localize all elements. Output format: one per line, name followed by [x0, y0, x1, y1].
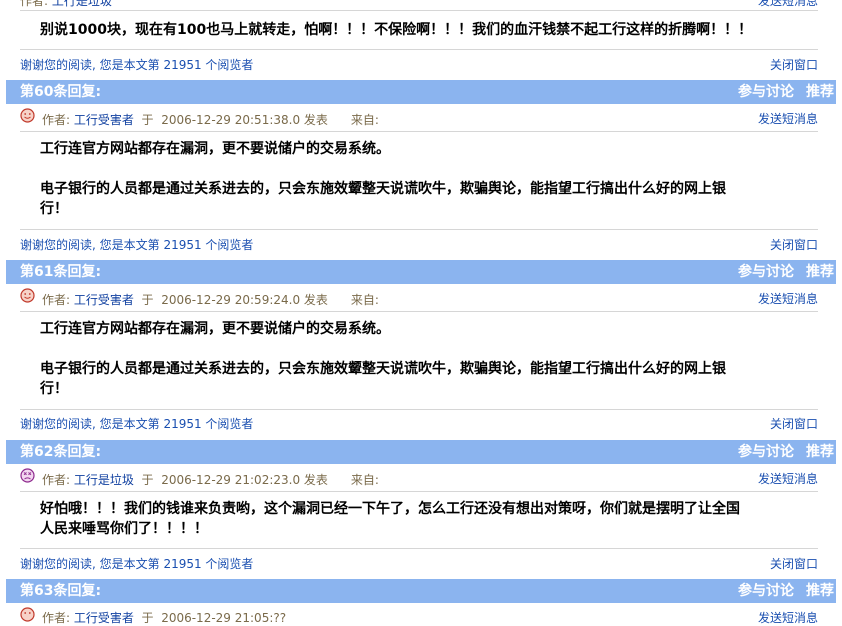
divider: [20, 491, 818, 492]
send-message-link[interactable]: 发送短消息: [758, 0, 818, 9]
smile-icon: [20, 607, 35, 622]
divider: [20, 131, 818, 132]
author-name[interactable]: 工行是垃圾: [52, 0, 112, 8]
reply-header-62: [6, 440, 836, 464]
at-label: 于: [141, 113, 154, 127]
divider: [20, 409, 818, 410]
close-window-link[interactable]: 关闭窗口: [770, 56, 818, 73]
smile-icon: [20, 288, 35, 303]
author-label: 作者:: [42, 293, 71, 307]
author-name[interactable]: 工行受害者: [74, 293, 134, 307]
from-label: 来自:: [350, 293, 379, 307]
send-message-link[interactable]: 发送短消息: [758, 609, 818, 626]
post-body: 工行连官方网站都存在漏洞，更不要说储户的交易系统。 电子银行的人员都是通过关系进…: [40, 141, 726, 217]
from-label: 来自:: [350, 473, 379, 487]
divider: [20, 49, 818, 50]
posted-label: 发表: [303, 113, 328, 127]
at-label: 于: [141, 473, 154, 487]
discuss-link[interactable]: 参与讨论: [738, 579, 794, 603]
post-timestamp: 2006-12-29 21:05:??: [161, 611, 287, 625]
post-59-meta: 作者: 工行是垃圾: [20, 0, 112, 9]
post-body: 工行连官方网站都存在漏洞，更不要说储户的交易系统。 电子银行的人员都是通过关系进…: [40, 321, 726, 397]
reader-count-text: 谢谢您的阅读, 您是本文第 21951 个阅览者: [20, 417, 254, 431]
author-name[interactable]: 工行受害者: [74, 113, 134, 127]
post-meta: 作者: 工行受害者 于 2006-12-29 20:51:38.0 发表 来自:: [42, 111, 379, 128]
recommend-link[interactable]: 推荐: [806, 80, 834, 104]
divider: [20, 10, 818, 11]
close-window-link[interactable]: 关闭窗口: [770, 236, 818, 253]
reader-count-text: 谢谢您的阅读, 您是本文第 21951 个阅览者: [20, 58, 254, 72]
author-label: 作者:: [42, 611, 71, 625]
post-timestamp: 2006-12-29 20:59:24.0: [161, 293, 301, 307]
recommend-link[interactable]: 推荐: [806, 440, 834, 464]
reply-number: 第60条回复:: [20, 84, 102, 100]
send-message-link[interactable]: 发送短消息: [758, 470, 818, 487]
at-label: 于: [141, 611, 154, 625]
reader-count-text: 谢谢您的阅读, 您是本文第 21951 个阅览者: [20, 557, 254, 571]
author-label: 作者:: [20, 0, 49, 8]
author-name[interactable]: 工行受害者: [74, 611, 134, 625]
recommend-link[interactable]: 推荐: [806, 260, 834, 284]
post-body: 好怕哦！！！我们的钱谁来负责哟，这个漏洞已经一下午了，怎么工行还没有想出对策呀，…: [40, 501, 740, 537]
recommend-link[interactable]: 推荐: [806, 579, 834, 603]
author-name[interactable]: 工行是垃圾: [74, 473, 134, 487]
post-meta: 作者: 工行是垃圾 于 2006-12-29 21:02:23.0 发表 来自:: [42, 471, 379, 488]
close-window-link[interactable]: 关闭窗口: [770, 415, 818, 432]
discuss-link[interactable]: 参与讨论: [738, 80, 794, 104]
post-body: 别说1000块，现在有100也马上就转走，怕啊！！！不保险啊！！！我们的血汗钱禁…: [40, 22, 753, 38]
reply-header-60: [6, 80, 836, 104]
divider: [20, 548, 818, 549]
at-label: 于: [141, 293, 154, 307]
post-timestamp: 2006-12-29 21:02:23.0: [161, 473, 301, 487]
reply-number: 第62条回复:: [20, 444, 102, 460]
author-label: 作者:: [42, 473, 71, 487]
close-window-link[interactable]: 关闭窗口: [770, 555, 818, 572]
divider: [20, 311, 818, 312]
post-meta: 作者: 工行受害者 于 2006-12-29 20:59:24.0 发表 来自:: [42, 291, 379, 308]
posted-label: 发表: [303, 293, 328, 307]
author-label: 作者:: [42, 113, 71, 127]
discuss-link[interactable]: 参与讨论: [738, 440, 794, 464]
posted-label: 发表: [303, 473, 328, 487]
smile-icon: [20, 108, 35, 123]
send-message-link[interactable]: 发送短消息: [758, 290, 818, 307]
send-message-link[interactable]: 发送短消息: [758, 110, 818, 127]
discuss-link[interactable]: 参与讨论: [738, 260, 794, 284]
reply-header-63: [6, 579, 836, 603]
post-timestamp: 2006-12-29 20:51:38.0: [161, 113, 301, 127]
reply-number: 第61条回复:: [20, 264, 102, 280]
reply-header-61: [6, 260, 836, 284]
reply-number: 第63条回复:: [20, 583, 102, 599]
angry-face-icon: [20, 468, 35, 483]
from-label: 来自:: [350, 113, 379, 127]
reader-count-text: 谢谢您的阅读, 您是本文第 21951 个阅览者: [20, 238, 254, 252]
divider: [20, 229, 818, 230]
post-meta: 作者: 工行受害者 于 2006-12-29 21:05:??: [42, 609, 286, 626]
